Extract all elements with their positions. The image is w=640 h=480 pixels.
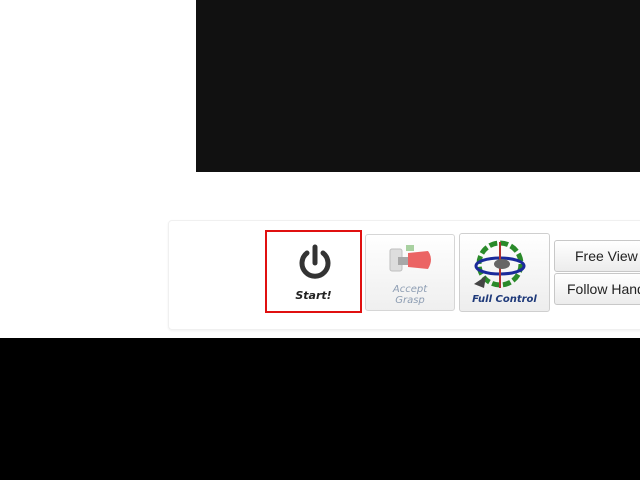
accept-grasp-button[interactable]: Accept Grasp [365, 234, 455, 311]
robot-gripper-icon [389, 245, 431, 272]
start-label: Start! [295, 289, 332, 302]
accept-grasp-label-line2: Grasp [395, 295, 425, 306]
power-icon [299, 244, 331, 279]
full-control-button[interactable]: Full Control [459, 233, 550, 312]
start-button[interactable]: Start! [265, 230, 362, 313]
follow-hand-button[interactable]: Follow Hand [554, 273, 640, 305]
rotation-gizmo-icon [474, 240, 526, 288]
full-control-label: Full Control [472, 294, 537, 305]
free-view-button[interactable]: Free View [554, 240, 640, 272]
accept-grasp-label-line1: Accept [392, 284, 428, 295]
3d-viewport[interactable] [196, 0, 640, 172]
